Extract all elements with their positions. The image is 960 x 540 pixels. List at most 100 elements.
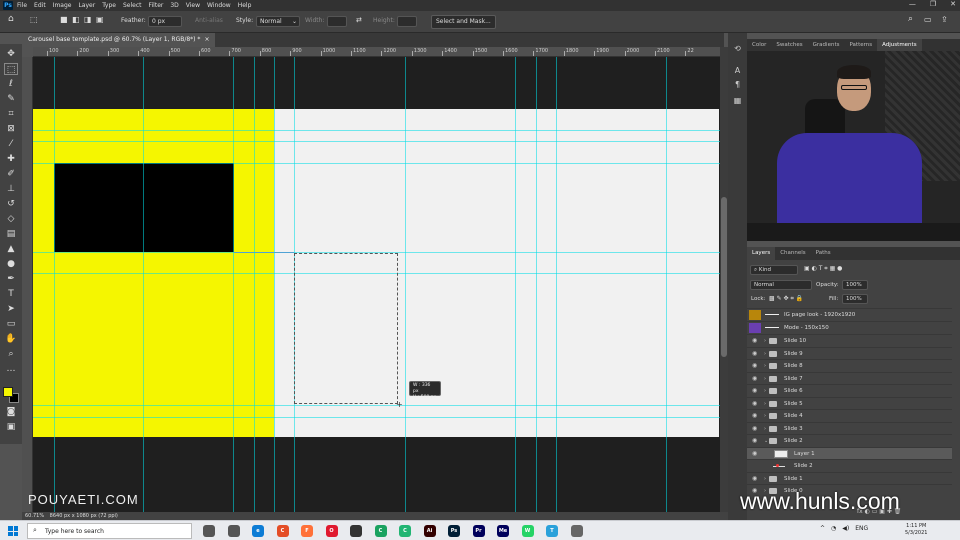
style-select[interactable]: Normal ⌄ bbox=[256, 16, 300, 27]
menu-help[interactable]: Help bbox=[238, 2, 252, 9]
select-and-mask-button[interactable]: Select and Mask... bbox=[431, 15, 496, 29]
frame-tool-icon[interactable]: ⊠ bbox=[4, 123, 18, 135]
rectangle-tool-icon[interactable]: ▭ bbox=[4, 318, 18, 330]
eye-icon[interactable]: ◉ bbox=[752, 448, 757, 460]
share-icon[interactable]: ⇪ bbox=[941, 15, 948, 24]
foreground-color-swatch[interactable] bbox=[3, 387, 13, 397]
taskbar-app-icon[interactable]: C bbox=[276, 525, 289, 537]
eye-icon[interactable]: ◉ bbox=[752, 410, 757, 422]
layer-row[interactable]: ◉ › Slide 9 bbox=[747, 346, 952, 360]
layer-row[interactable]: Slide 2 bbox=[747, 459, 952, 472]
type-tool-icon[interactable]: T bbox=[4, 288, 18, 300]
add-selection-icon[interactable]: ◧ bbox=[72, 15, 80, 24]
layer-row[interactable]: IG page look - 1920x1920 bbox=[747, 308, 952, 321]
more-tools-icon[interactable]: … bbox=[4, 363, 18, 375]
taskbar-app-icon[interactable] bbox=[203, 525, 215, 537]
feather-input[interactable]: 0 px bbox=[148, 16, 182, 27]
opacity-input[interactable]: 100% bbox=[842, 280, 868, 290]
chevron-up-icon[interactable]: ^ bbox=[820, 525, 825, 532]
layer-filter-kind[interactable]: ⌕ Kind bbox=[750, 265, 798, 275]
chevron-right-icon[interactable]: › bbox=[764, 373, 766, 385]
lock-icons[interactable]: ▩ ✎ ✥ ⌗ 🔒 bbox=[769, 295, 803, 303]
move-tool-icon[interactable]: ✥ bbox=[4, 48, 18, 60]
tab-color[interactable]: Color bbox=[747, 39, 771, 51]
marquee-tool-icon[interactable]: ⬚ bbox=[4, 63, 18, 75]
eraser-tool-icon[interactable]: ◇ bbox=[4, 213, 18, 225]
blur-tool-icon[interactable]: ▲ bbox=[4, 243, 18, 255]
minimize-button[interactable]: — bbox=[909, 0, 916, 8]
dodge-tool-icon[interactable]: ● bbox=[4, 258, 18, 270]
layer-row[interactable]: ◉ › Slide 1 bbox=[747, 471, 952, 485]
eye-icon[interactable]: ◉ bbox=[752, 335, 757, 347]
taskbar-app-icon[interactable]: W bbox=[521, 525, 534, 537]
tab-gradients[interactable]: Gradients bbox=[808, 39, 845, 51]
tab-swatches[interactable]: Swatches bbox=[771, 39, 807, 51]
width-input[interactable] bbox=[327, 16, 347, 27]
pen-tool-icon[interactable]: ✒ bbox=[4, 273, 18, 285]
chevron-right-icon[interactable]: › bbox=[764, 398, 766, 410]
workspace-icon[interactable]: ▭ bbox=[924, 15, 932, 24]
zoom-tool-icon[interactable]: ⌕ bbox=[4, 348, 18, 360]
intersect-selection-icon[interactable]: ▣ bbox=[96, 15, 104, 24]
taskbar-app-icon[interactable]: Ps bbox=[448, 525, 460, 537]
photoshop-logo-icon[interactable]: Ps bbox=[3, 1, 13, 10]
eye-icon[interactable]: ◉ bbox=[752, 473, 757, 485]
eye-icon[interactable]: ◉ bbox=[752, 385, 757, 397]
path-selection-tool-icon[interactable]: ➤ bbox=[4, 303, 18, 315]
eye-icon[interactable]: ◉ bbox=[752, 398, 757, 410]
taskbar-app-icon[interactable]: C bbox=[374, 525, 387, 537]
maximize-button[interactable]: ❐ bbox=[930, 0, 936, 8]
chevron-right-icon[interactable]: › bbox=[764, 360, 766, 372]
rectangular-marquee-preset-icon[interactable]: ⬚ bbox=[30, 15, 38, 24]
properties-panel-icon[interactable]: ▦ bbox=[732, 95, 743, 106]
menu-select[interactable]: Select bbox=[123, 2, 142, 9]
character-panel-icon[interactable]: A bbox=[732, 65, 743, 76]
menu-window[interactable]: Window bbox=[207, 2, 231, 9]
history-brush-tool-icon[interactable]: ↺ bbox=[4, 198, 18, 210]
vertical-ruler[interactable] bbox=[22, 57, 33, 512]
taskbar-app-icon[interactable]: O bbox=[325, 525, 338, 537]
eye-icon[interactable]: ◉ bbox=[752, 348, 757, 360]
chevron-right-icon[interactable]: › bbox=[764, 410, 766, 422]
brush-tool-icon[interactable]: ✐ bbox=[4, 168, 18, 180]
menu-edit[interactable]: Edit bbox=[34, 2, 46, 9]
close-window-button[interactable]: ✕ bbox=[950, 0, 956, 8]
scrollbar-thumb[interactable] bbox=[721, 197, 727, 357]
taskbar-app-icon[interactable]: Pr bbox=[472, 525, 485, 537]
blend-mode-select[interactable]: Normal bbox=[750, 280, 812, 290]
quick-mask-icon[interactable]: ◙ bbox=[4, 406, 18, 418]
hand-tool-icon[interactable]: ✋ bbox=[4, 333, 18, 345]
layer-row[interactable]: ◉ › Slide 8 bbox=[747, 359, 952, 372]
gradient-tool-icon[interactable]: ▤ bbox=[4, 228, 18, 240]
document-tab[interactable]: Carousel base template.psd @ 60.7% (Laye… bbox=[22, 33, 216, 47]
taskbar-app-icon[interactable]: e bbox=[252, 525, 264, 537]
taskbar-clock[interactable]: 1:11 PM 5/3/2021 bbox=[905, 523, 927, 537]
tab-layers[interactable]: Layers bbox=[747, 247, 776, 260]
height-input[interactable] bbox=[397, 16, 417, 27]
eye-icon[interactable]: ◉ bbox=[752, 435, 757, 447]
layer-row[interactable]: ◉ › Slide 3 bbox=[747, 421, 952, 435]
subtract-selection-icon[interactable]: ◨ bbox=[84, 15, 92, 24]
chevron-right-icon[interactable]: › bbox=[764, 423, 766, 435]
menu-file[interactable]: File bbox=[17, 2, 27, 9]
chevron-right-icon[interactable]: › bbox=[764, 348, 766, 360]
taskbar-app-icon[interactable] bbox=[227, 525, 240, 537]
home-icon[interactable]: ⌂ bbox=[8, 14, 14, 24]
windows-start-icon[interactable] bbox=[8, 526, 18, 536]
taskbar-search-input[interactable]: ⌕ Type here to search bbox=[27, 523, 192, 539]
layer-row[interactable]: ◉ › Slide 4 bbox=[747, 409, 952, 422]
taskbar-app-icon[interactable] bbox=[350, 525, 362, 537]
taskbar-app-icon[interactable] bbox=[570, 525, 583, 537]
menu-layer[interactable]: Layer bbox=[78, 2, 95, 9]
search-icon[interactable]: ⌕ bbox=[908, 14, 913, 24]
taskbar-app-icon[interactable]: C bbox=[399, 525, 411, 537]
chevron-right-icon[interactable]: › bbox=[764, 335, 766, 347]
tab-paths[interactable]: Paths bbox=[811, 247, 836, 260]
input-language[interactable]: ENG bbox=[855, 525, 868, 532]
crop-tool-icon[interactable]: ⌗ bbox=[4, 108, 18, 120]
swap-dimensions-icon[interactable]: ⇄ bbox=[356, 16, 362, 24]
menu-image[interactable]: Image bbox=[53, 2, 72, 9]
selection-marquee[interactable] bbox=[294, 253, 398, 404]
anti-alias-checkbox[interactable]: Anti-alias bbox=[195, 17, 223, 24]
healing-brush-tool-icon[interactable]: ✚ bbox=[4, 153, 18, 165]
